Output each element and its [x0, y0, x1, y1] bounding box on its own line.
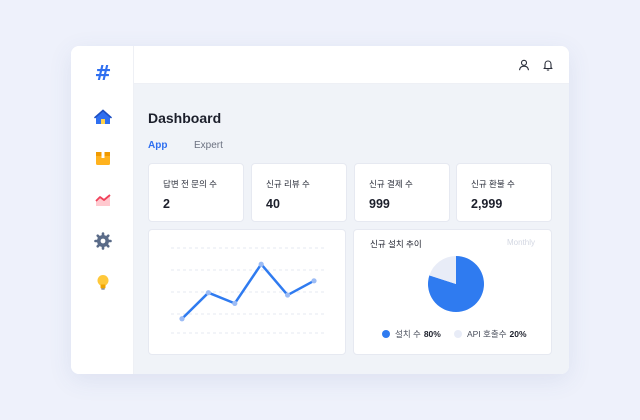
line-chart: [171, 247, 327, 334]
app-window: # Dashboard App Expert 답변 전 문의 수 2 신규 리뷰…: [71, 46, 569, 374]
box-icon: [96, 152, 110, 165]
data-point: [232, 300, 238, 306]
stat-value: 999: [369, 197, 390, 211]
notifications-button[interactable]: [540, 57, 556, 73]
data-point: [205, 290, 211, 296]
home-icon: [94, 109, 112, 124]
stat-label: 신규 리뷰 수: [266, 179, 310, 189]
legend-swatch: [382, 330, 390, 338]
stat-label: 답변 전 문의 수: [163, 179, 218, 189]
stat-card-new-refunds[interactable]: 신규 환불 수 2,999: [456, 163, 552, 222]
panel-title: 신규 설치 추이: [370, 239, 422, 249]
data-point: [258, 261, 264, 267]
data-point: [285, 292, 291, 298]
user-button[interactable]: [516, 57, 532, 73]
legend-value: 80%: [423, 329, 441, 339]
tab-app[interactable]: App: [148, 140, 167, 151]
stat-card-new-payments[interactable]: 신규 결제 수 999: [354, 163, 450, 222]
tab-expert[interactable]: Expert: [194, 140, 223, 151]
legend-item-api-calls: API 호출수 20%: [454, 328, 527, 340]
app-logo[interactable]: #: [93, 62, 113, 84]
bell-icon: [543, 60, 553, 71]
legend-label: API 호출수: [467, 329, 507, 339]
top-bar: [134, 46, 569, 84]
sidebar-item-box[interactable]: [93, 148, 113, 168]
gear-icon: [94, 232, 112, 250]
legend-item-installs: 설치 수 80%: [382, 328, 441, 340]
lightbulb-icon: [97, 275, 109, 290]
stat-value: 40: [266, 197, 280, 211]
stat-label: 신규 환불 수: [471, 179, 515, 189]
pie-chart-panel: 신규 설치 추이 Monthly 설치 수 80% API 호출수 20%: [353, 229, 552, 355]
legend-swatch: [454, 330, 462, 338]
data-point: [179, 316, 185, 322]
stat-label: 신규 결제 수: [369, 179, 413, 189]
data-point: [311, 278, 317, 284]
stat-card-unanswered-inquiries[interactable]: 답변 전 문의 수 2: [148, 163, 244, 222]
user-icon: [518, 59, 530, 71]
sidebar-item-home[interactable]: [93, 107, 113, 127]
period-selector[interactable]: Monthly: [507, 238, 535, 247]
page-title: Dashboard: [148, 110, 222, 126]
stat-value: 2,999: [471, 197, 503, 211]
sidebar: #: [71, 46, 134, 374]
sidebar-item-ideas[interactable]: [93, 272, 113, 292]
stat-card-new-reviews[interactable]: 신규 리뷰 수 40: [251, 163, 347, 222]
sidebar-item-settings[interactable]: [93, 231, 113, 251]
line-chart-panel: [148, 229, 346, 355]
legend-value: 20%: [509, 329, 527, 339]
main-content: Dashboard App Expert 답변 전 문의 수 2 신규 리뷰 수…: [134, 84, 569, 374]
stat-value: 2: [163, 197, 170, 211]
pie-chart: [428, 256, 484, 312]
trend-chart-icon: [95, 194, 111, 206]
legend-label: 설치 수: [395, 329, 421, 339]
sidebar-item-analytics[interactable]: [93, 190, 113, 210]
